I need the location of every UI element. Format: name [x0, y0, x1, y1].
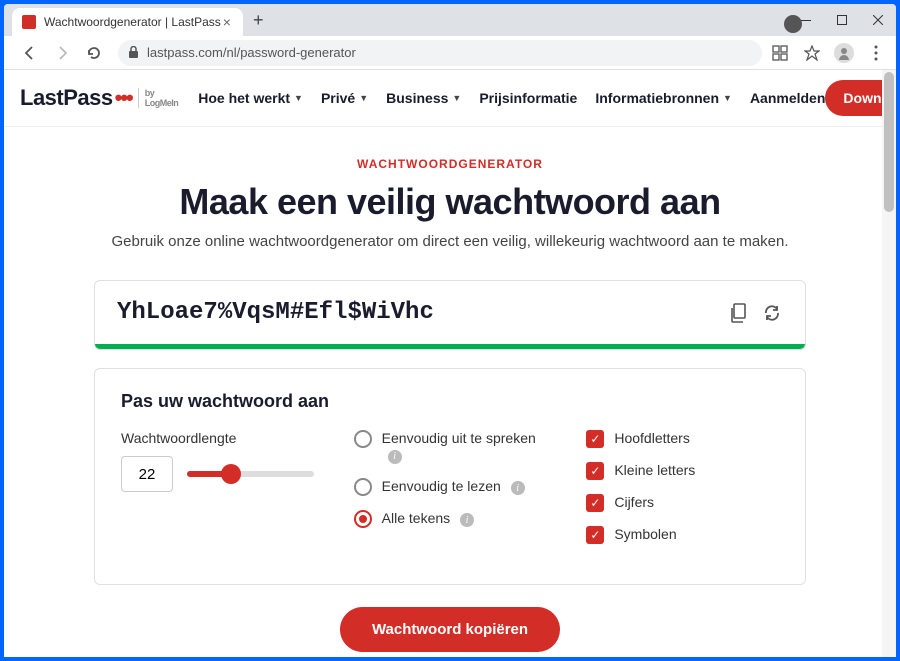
checkbox-icon[interactable]: ✓	[586, 462, 604, 480]
radio-icon[interactable]	[354, 430, 372, 448]
window-maximize[interactable]	[824, 4, 860, 36]
nav-prive[interactable]: Privé▼	[321, 90, 368, 106]
checkbox-icon[interactable]: ✓	[586, 494, 604, 512]
nav-informatiebronnen[interactable]: Informatiebronnen▼	[595, 90, 732, 106]
close-icon[interactable]: ×	[221, 14, 233, 30]
new-tab-button[interactable]: +	[243, 10, 274, 31]
info-icon[interactable]: i	[511, 481, 525, 495]
window-minimize[interactable]	[788, 4, 824, 36]
chevron-down-icon: ▼	[359, 93, 368, 103]
strength-bar	[95, 344, 805, 349]
hero-title: Maak een veilig wachtwoord aan	[64, 181, 836, 223]
check-symbols[interactable]: ✓ Symbolen	[586, 526, 779, 544]
password-display-box: YhLoae7%VqsM#Efl$WiVhc	[94, 280, 806, 350]
radio-icon[interactable]	[354, 478, 372, 496]
page-content: LastPass••• by LogMeIn Hoe het werkt▼ Pr…	[4, 70, 896, 657]
url-text: lastpass.com/nl/password-generator	[147, 45, 356, 60]
radio-easy-read[interactable]: Eenvoudig te lezen i	[354, 478, 547, 496]
nav-hoe-het-werkt[interactable]: Hoe het werkt▼	[198, 90, 303, 106]
tab-favicon	[22, 15, 36, 29]
slider-thumb[interactable]	[221, 464, 241, 484]
chevron-down-icon: ▼	[294, 93, 303, 103]
nav-aanmelden[interactable]: Aanmelden	[750, 90, 825, 106]
logo-dots: •••	[115, 85, 132, 111]
info-icon[interactable]: i	[388, 450, 402, 464]
radio-easy-say[interactable]: Eenvoudig uit te sprekeni	[354, 430, 547, 464]
hero-eyebrow: WACHTWOORDGENERATOR	[64, 157, 836, 171]
lock-icon	[128, 46, 139, 59]
copy-icon[interactable]	[727, 302, 749, 324]
logo-last: Last	[20, 85, 63, 111]
nav-business[interactable]: Business▼	[386, 90, 461, 106]
menu-icon[interactable]	[866, 43, 886, 63]
regenerate-icon[interactable]	[761, 302, 783, 324]
chevron-down-icon: ▼	[723, 93, 732, 103]
check-lowercase[interactable]: ✓ Kleine letters	[586, 462, 779, 480]
browser-address-bar: lastpass.com/nl/password-generator	[4, 36, 896, 70]
customize-panel: Pas uw wachtwoord aan Wachtwoordlengte	[94, 368, 806, 585]
site-top-nav: LastPass••• by LogMeIn Hoe het werkt▼ Pr…	[4, 70, 896, 127]
forward-button[interactable]	[50, 41, 74, 65]
back-button[interactable]	[18, 41, 42, 65]
info-icon[interactable]: i	[460, 513, 474, 527]
browser-titlebar: Wachtwoordgenerator | LastPass × +	[4, 4, 896, 36]
extension-icon[interactable]	[770, 43, 790, 63]
reload-button[interactable]	[82, 41, 106, 65]
check-uppercase[interactable]: ✓ Hoofdletters	[586, 430, 779, 448]
length-input[interactable]	[121, 456, 173, 492]
window-close[interactable]	[860, 4, 896, 36]
radio-icon[interactable]	[354, 510, 372, 528]
url-field[interactable]: lastpass.com/nl/password-generator	[118, 40, 762, 66]
profile-avatar[interactable]	[834, 43, 854, 63]
hero-subtitle: Gebruik onze online wachtwoordgenerator …	[64, 233, 836, 250]
radio-all-chars[interactable]: Alle tekens i	[354, 510, 547, 528]
check-digits[interactable]: ✓ Cijfers	[586, 494, 779, 512]
logo-pass: Pass	[63, 85, 112, 111]
checkbox-icon[interactable]: ✓	[586, 430, 604, 448]
chevron-down-icon: ▼	[452, 93, 461, 103]
nav-prijsinformatie[interactable]: Prijsinformatie	[479, 90, 577, 106]
logo-byline: by LogMeIn	[138, 88, 178, 108]
copy-password-button[interactable]: Wachtwoord kopiëren	[340, 607, 560, 652]
length-slider[interactable]	[187, 471, 314, 477]
length-label: Wachtwoordlengte	[121, 430, 314, 446]
customize-title: Pas uw wachtwoord aan	[121, 391, 779, 412]
generated-password[interactable]: YhLoae7%VqsM#Efl$WiVhc	[117, 299, 715, 326]
bookmark-icon[interactable]	[802, 43, 822, 63]
scrollbar[interactable]	[882, 70, 896, 657]
browser-tab[interactable]: Wachtwoordgenerator | LastPass ×	[12, 8, 243, 36]
checkbox-icon[interactable]: ✓	[586, 526, 604, 544]
lastpass-logo[interactable]: LastPass••• by LogMeIn	[20, 85, 178, 111]
tab-title: Wachtwoordgenerator | LastPass	[44, 15, 221, 29]
